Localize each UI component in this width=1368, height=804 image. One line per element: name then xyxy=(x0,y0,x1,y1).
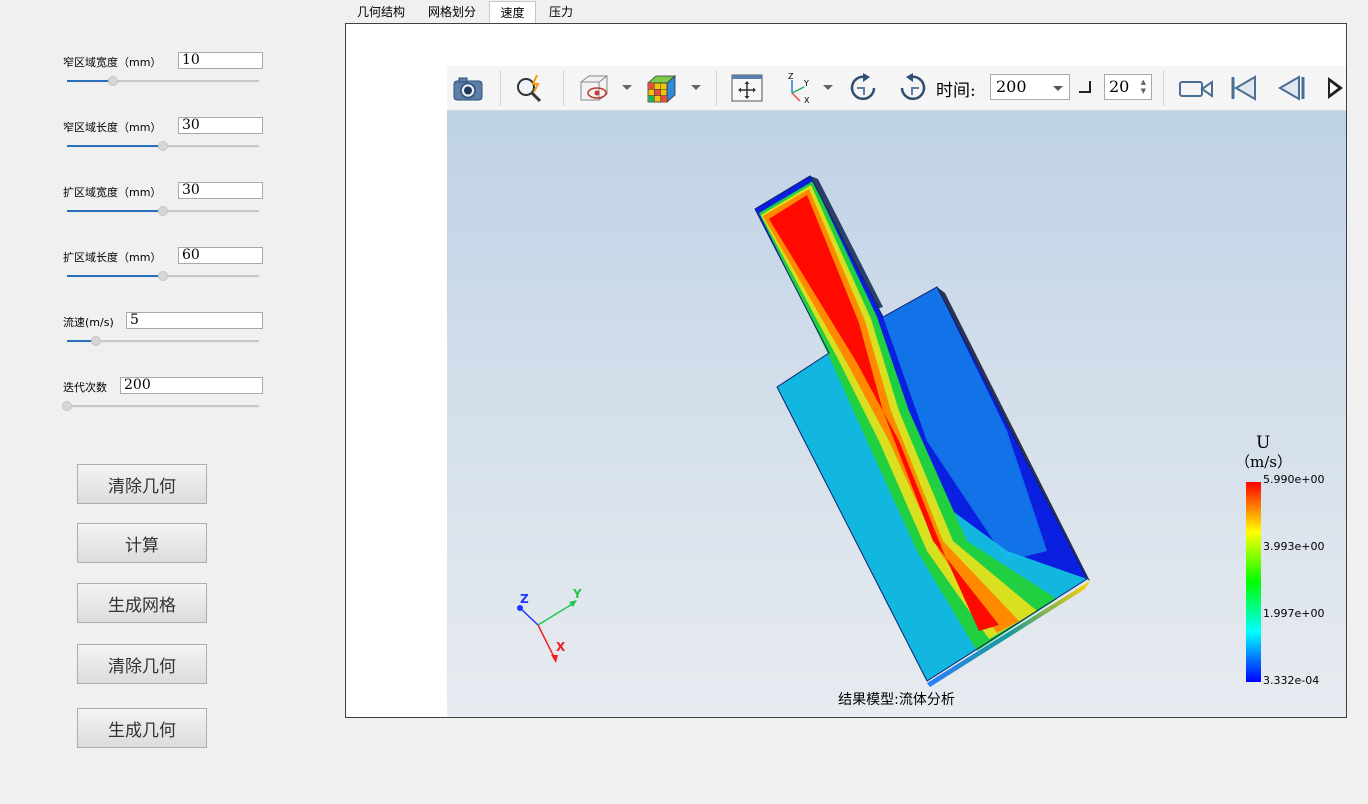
narrow-length-slider[interactable] xyxy=(67,141,259,151)
legend-title: U xyxy=(1256,433,1271,453)
svg-text:Y: Y xyxy=(803,79,809,88)
param-label-narrow-length: 窄区域长度（mm） xyxy=(63,121,162,134)
expand-length-slider-handle[interactable] xyxy=(158,271,168,281)
expand-length-input[interactable]: 60 xyxy=(178,247,263,264)
legend-tick-3: 1.997e+00 xyxy=(1263,607,1325,620)
time-select-value: 200 xyxy=(996,77,1027,96)
record-icon[interactable] xyxy=(1177,72,1215,104)
iterations-input[interactable]: 200 xyxy=(120,377,263,394)
axes-dropdown-icon[interactable] xyxy=(823,85,833,90)
axes-icon[interactable]: Z Y X xyxy=(780,72,814,104)
spin-down-icon[interactable]: ▼ xyxy=(1141,88,1146,95)
rotate-ccw-icon[interactable] xyxy=(895,72,929,104)
param-label-expand-length: 扩区域长度（mm） xyxy=(63,251,162,264)
svg-text:X: X xyxy=(804,96,810,104)
narrow-length-slider-fill xyxy=(67,145,163,147)
step-spinbox[interactable]: 20 ▲ ▼ xyxy=(1104,74,1152,100)
expand-length-slider-fill xyxy=(67,275,163,277)
tab-mesh[interactable]: 网格划分 xyxy=(420,1,484,23)
expand-width-slider[interactable] xyxy=(67,206,259,216)
colormap-icon[interactable] xyxy=(643,72,677,104)
svg-text:Z: Z xyxy=(788,72,794,81)
next-frame-icon[interactable] xyxy=(1325,72,1346,104)
colormap-dropdown-icon[interactable] xyxy=(691,85,701,90)
iterations-slider[interactable] xyxy=(62,401,259,411)
visibility-dropdown-icon[interactable] xyxy=(622,85,632,90)
tab-velocity[interactable]: 速度 xyxy=(489,1,536,23)
narrow-width-slider[interactable] xyxy=(67,76,259,86)
iterations-slider-handle[interactable] xyxy=(62,401,72,411)
velocity-slider-handle[interactable] xyxy=(90,336,101,346)
time-label: 时间: xyxy=(936,81,976,101)
legend-tick-max: 5.990e+00 xyxy=(1263,473,1325,486)
toolbar-separator xyxy=(500,70,501,106)
expand-width-input[interactable]: 30 xyxy=(178,182,263,199)
legend-tick-min: 3.332e-04 xyxy=(1263,674,1320,687)
legend-colorbar xyxy=(1246,482,1261,682)
velocity-input[interactable]: 5 xyxy=(126,312,263,329)
camera-icon[interactable] xyxy=(451,72,485,104)
first-frame-icon[interactable] xyxy=(1227,72,1261,104)
tab-pressure[interactable]: 压力 xyxy=(542,1,580,23)
param-label-iterations: 迭代次数 xyxy=(63,381,107,394)
axis-x-label: X xyxy=(556,640,566,654)
legend-tick-2: 3.993e+00 xyxy=(1263,540,1325,553)
time-select-chevron-icon[interactable] xyxy=(1053,86,1063,91)
fit-view-icon[interactable] xyxy=(730,72,764,104)
step-checkbox[interactable] xyxy=(1079,81,1091,93)
param-label-velocity: 流速(m/s) xyxy=(63,316,114,329)
narrow-length-input[interactable]: 30 xyxy=(178,117,263,134)
param-label-expand-width: 扩区域宽度（mm） xyxy=(63,186,162,199)
time-select[interactable]: 200 xyxy=(990,74,1070,100)
orientation-axes-triad: Z Y X xyxy=(517,587,582,663)
narrow-width-slider-handle[interactable] xyxy=(108,76,119,86)
expand-width-slider-handle[interactable] xyxy=(158,206,168,216)
narrow-length-slider-handle[interactable] xyxy=(158,141,168,151)
step-value: 20 xyxy=(1109,77,1130,96)
toolbar-separator xyxy=(716,70,717,106)
visibility-icon[interactable] xyxy=(577,72,611,104)
rotate-cw-icon[interactable] xyxy=(847,72,881,104)
axis-y-label: Y xyxy=(572,587,582,601)
spin-up-icon[interactable]: ▲ xyxy=(1141,79,1146,86)
narrow-width-slider-fill xyxy=(67,80,114,82)
compute-button[interactable]: 计算 xyxy=(77,523,207,563)
clear-geometry-button-2[interactable]: 清除几何 xyxy=(77,644,207,684)
generate-geometry-button[interactable]: 生成几何 xyxy=(77,708,207,748)
clear-geometry-button[interactable]: 清除几何 xyxy=(77,464,207,504)
3d-viewport[interactable]: Z Y X U （m/s） 5.990e+00 3.993e+00 1.997e… xyxy=(447,111,1346,717)
axis-z-label: Z xyxy=(520,592,529,606)
zoom-icon[interactable] xyxy=(513,72,547,104)
narrow-width-input[interactable]: 10 xyxy=(178,52,263,69)
expand-length-slider[interactable] xyxy=(67,271,259,281)
legend-unit: （m/s） xyxy=(1235,453,1292,471)
viewer-toolbar: Z Y X 时间: 200 20 ▲ ▼ xyxy=(447,66,1346,111)
expand-width-slider-fill xyxy=(67,210,163,212)
param-label-narrow-width: 窄区域宽度（mm） xyxy=(63,56,162,69)
velocity-slider[interactable] xyxy=(67,336,259,346)
generate-mesh-button[interactable]: 生成网格 xyxy=(77,583,207,623)
prev-frame-icon[interactable] xyxy=(1275,72,1309,104)
toolbar-separator xyxy=(563,70,564,106)
toolbar-separator xyxy=(1163,70,1164,106)
tab-geometry[interactable]: 几何结构 xyxy=(349,1,413,23)
model-caption: 结果模型:流体分析 xyxy=(838,692,955,708)
